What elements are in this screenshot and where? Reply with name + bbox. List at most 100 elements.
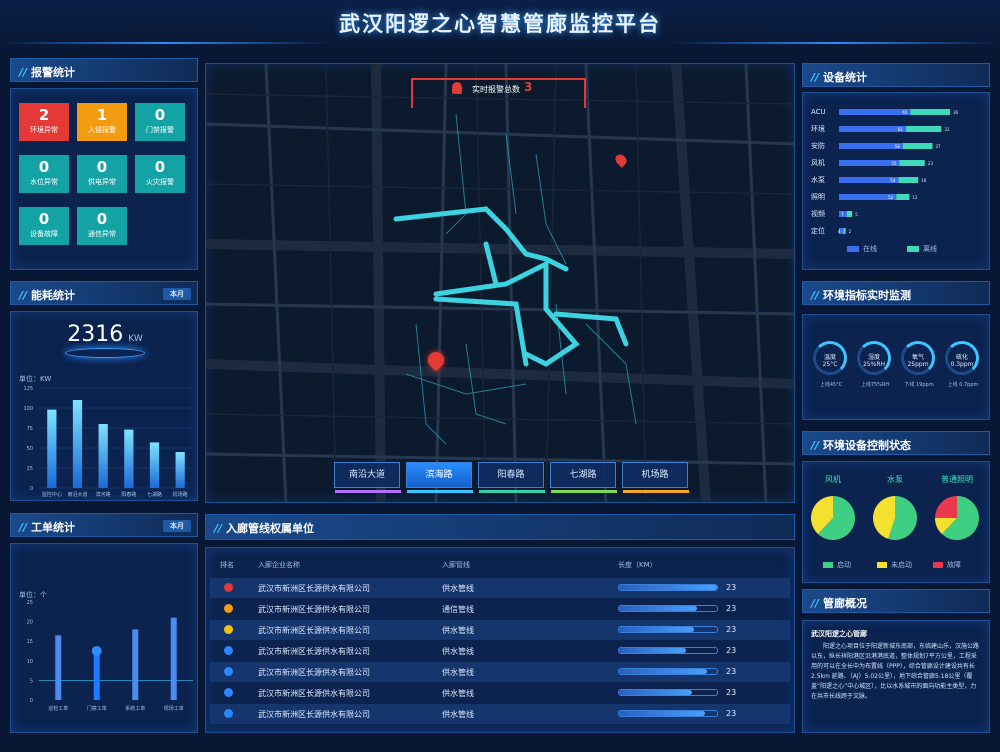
offline-bar[interactable] <box>843 228 846 234</box>
company-cell: 武汉市新洲区长源供水有限公司 <box>258 710 370 719</box>
workorder-bar[interactable] <box>55 635 62 700</box>
control-panel-title: //环境设备控制状态 <box>802 431 990 455</box>
table-row[interactable]: 武汉市新洲区长源供水有限公司 供水管线 23 <box>210 662 790 682</box>
pie-slice[interactable] <box>935 496 957 518</box>
online-value: 61 <box>898 127 904 132</box>
alarm-count: 1 <box>96 106 108 124</box>
energy-bar[interactable] <box>98 424 108 488</box>
online-bar[interactable] <box>839 109 911 115</box>
table-row[interactable]: 武汉市新洲区长源供水有限公司 供水管线 23 <box>210 704 790 724</box>
rank-dot <box>224 688 233 697</box>
road-tab[interactable]: 阳春路 <box>478 462 545 493</box>
offline-bar[interactable] <box>846 211 853 217</box>
road-tab-underline <box>479 490 545 493</box>
table-row[interactable]: 武汉市新洲区长源供水有限公司 供水管线 23 <box>210 641 790 661</box>
length-bar-track <box>618 584 718 591</box>
road-tab[interactable]: 机场路 <box>622 462 689 493</box>
gauge-name: 温度 <box>823 354 836 361</box>
road-tab[interactable]: 滨海路 <box>406 462 473 493</box>
energy-bar[interactable] <box>47 409 57 488</box>
energy-period-tag[interactable]: 本月 <box>163 288 191 300</box>
road-tab-label: 机场路 <box>641 470 669 480</box>
offline-bar[interactable] <box>896 194 910 200</box>
offline-bar[interactable] <box>899 160 925 166</box>
road-tab-underline <box>551 490 617 493</box>
workorder-bar[interactable] <box>170 617 177 700</box>
device-status-pies: 风机 水泵 普通照明 <box>811 474 979 540</box>
offline-bar[interactable] <box>910 109 951 115</box>
y-tick-label: 50 <box>27 446 33 452</box>
length-cell: 23 <box>726 688 737 697</box>
offline-value: 27 <box>936 144 942 149</box>
alarm-tile[interactable]: 0 设备故障 <box>19 207 69 245</box>
workorder-bar[interactable] <box>132 629 139 700</box>
road-tab-underline <box>623 490 689 493</box>
alarm-tile[interactable]: 0 通信异常 <box>77 207 127 245</box>
road-tab[interactable]: 南沿大道 <box>334 462 401 493</box>
online-value: 58 <box>895 144 901 149</box>
device-panel-title: //设备统计 <box>802 63 990 87</box>
table-row[interactable]: 武汉市新洲区长源供水有限公司 供水管线 23 <box>210 683 790 703</box>
gauge-value: 0.3ppm <box>950 361 974 368</box>
y-tick-label: 0 <box>30 486 33 492</box>
workorder-bar[interactable] <box>93 652 100 700</box>
length-bar-track <box>618 689 718 696</box>
energy-total-unit: KW <box>128 334 143 344</box>
legend-fault-label: 故障 <box>947 561 961 569</box>
y-tick-label: 20 <box>27 620 33 626</box>
table-row[interactable]: 武汉市新洲区长源供水有限公司 通信管线 23 <box>210 599 790 619</box>
map-view[interactable]: 实时报警总数 3 南沿大道 滨海路 阳春路 七湖路 机场路 <box>205 63 795 503</box>
table-row[interactable]: 武汉市新洲区长源供水有限公司 供水管线 23 <box>210 578 790 598</box>
y-tick-label: 25 <box>27 600 33 606</box>
device-category-label: ACU <box>811 108 826 116</box>
offline-value: 36 <box>953 110 959 115</box>
workorder-panel-title: //工单统计 本月 <box>10 513 198 537</box>
legend-started-label: 启动 <box>837 561 851 569</box>
header-line-left <box>0 42 330 44</box>
col-header-length: 长度（KM） <box>618 561 657 569</box>
alarm-panel-title-text: 报警统计 <box>31 66 76 79</box>
y-tick-label: 75 <box>27 426 33 432</box>
overview-text: 阳逻之心项目位于阳逻新城东南部，东临建山乐，汉施公路以东，纵长祥阳港区沿港港底道… <box>811 643 980 700</box>
env-panel-title: //环境指标实时监测 <box>802 281 990 305</box>
alarm-tile[interactable]: 0 供电异常 <box>77 155 127 193</box>
device-category-label: 环境 <box>811 124 825 133</box>
overview-panel-title-text: 管廊概况 <box>823 597 868 610</box>
energy-bar[interactable] <box>72 400 83 488</box>
road-tab-underline <box>335 490 401 493</box>
offline-bar[interactable] <box>902 143 933 149</box>
x-tick-label: 巡检工单 <box>48 705 68 712</box>
pie-title: 普通照明 <box>941 474 973 484</box>
map-roads[interactable] <box>206 64 795 503</box>
x-tick-label: 系统工单 <box>125 705 145 712</box>
y-tick-label: 100 <box>23 406 33 412</box>
table-row[interactable]: 武汉市新洲区长源供水有限公司 供水管线 23 <box>210 620 790 640</box>
energy-bar[interactable] <box>149 442 160 488</box>
alarm-tile[interactable]: 1 入侵报警 <box>77 103 127 141</box>
y-tick-label: 125 <box>23 386 33 392</box>
gauge-value: 25°C <box>822 361 838 368</box>
online-bar[interactable] <box>839 126 907 132</box>
energy-bar[interactable] <box>175 452 185 488</box>
x-tick-label: 七湖路 <box>147 491 162 498</box>
company-cell: 武汉市新洲区长源供水有限公司 <box>258 668 370 677</box>
rank-dot <box>224 604 233 613</box>
alarm-label: 设备故障 <box>30 230 58 238</box>
alarm-tile[interactable]: 0 门禁报警 <box>135 103 185 141</box>
alarm-tile[interactable]: 0 水位异常 <box>19 155 69 193</box>
alarm-tile[interactable]: 2 环境异常 <box>19 103 69 141</box>
energy-bar[interactable] <box>124 429 134 488</box>
workorder-period-tag[interactable]: 本月 <box>163 520 191 532</box>
online-bar[interactable] <box>839 143 903 149</box>
alarm-count: 0 <box>96 158 108 176</box>
road-tab[interactable]: 七湖路 <box>550 462 617 493</box>
offline-bar[interactable] <box>906 126 942 132</box>
overview-heading: 武汉阳逻之心管廊 <box>811 630 867 638</box>
length-bar-fill <box>619 627 695 632</box>
device-category-label: 定位 <box>811 226 825 235</box>
rank-dot <box>224 709 233 718</box>
alarm-label: 门禁报警 <box>146 126 174 134</box>
offline-bar[interactable] <box>898 177 919 183</box>
length-bar-fill <box>619 669 708 674</box>
alarm-tile[interactable]: 0 火灾报警 <box>135 155 185 193</box>
